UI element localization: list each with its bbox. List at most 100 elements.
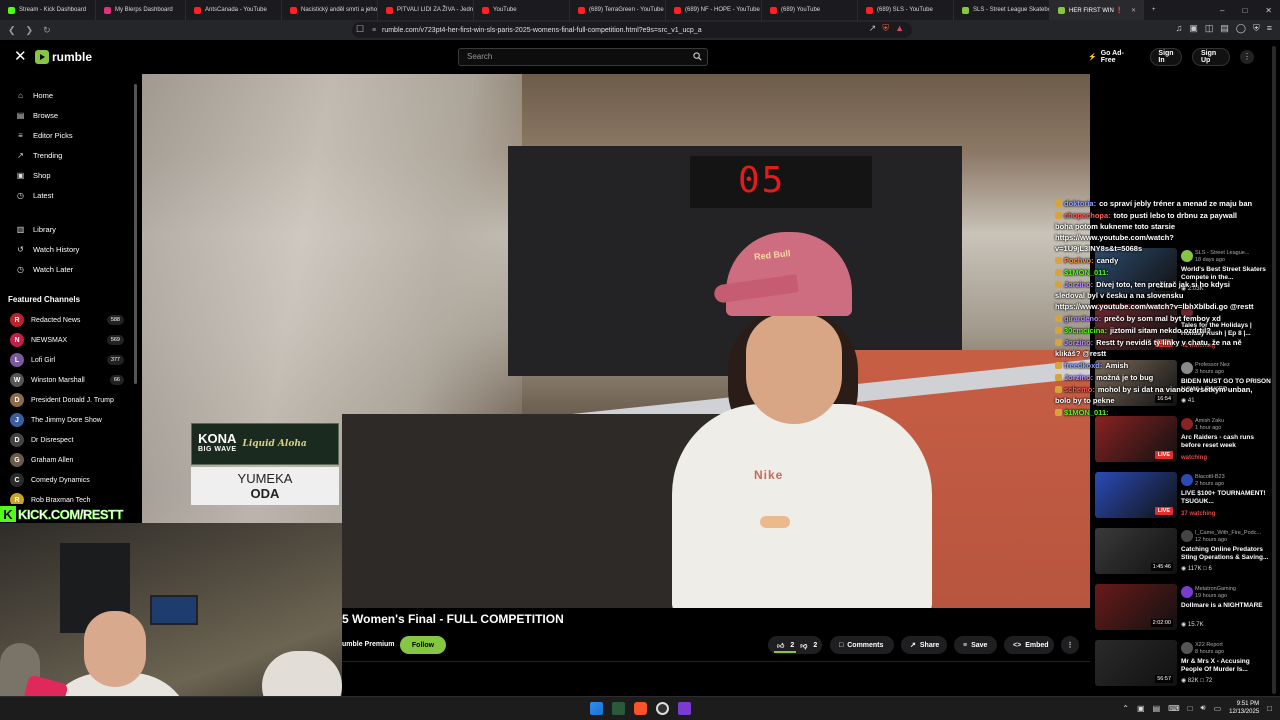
obs-icon[interactable] [656, 702, 669, 715]
sidebar-item-home[interactable]: ⌂ Home [0, 85, 136, 105]
tab-close-icon[interactable]: ✕ [1131, 7, 1136, 14]
featured-channel[interactable]: R Rob Braxman Tech [0, 490, 136, 504]
recommended-video[interactable]: 56:57 X22 Report 8 hours ago Mr & Mrs X - A… [1095, 638, 1270, 692]
featured-channel[interactable]: W Winston Marshall 66 [0, 370, 136, 390]
extensions-icon[interactable]: ▣ [1189, 23, 1198, 34]
battery-icon[interactable]: ▭ [1214, 704, 1222, 713]
featured-channel[interactable]: D President Donald J. Trump [0, 390, 136, 410]
browser-tab[interactable]: YouTube [474, 0, 570, 20]
video-thumbnail[interactable]: 1:45:46 [1095, 528, 1177, 574]
keyboard-icon[interactable]: ⌨ [1168, 704, 1180, 713]
featured-channel[interactable]: R Redacted News 588 [0, 310, 136, 330]
featured-channel[interactable]: J The Jimmy Dore Show [0, 410, 136, 430]
page-scrollbar[interactable] [1272, 46, 1276, 694]
brave-shield-icon[interactable]: ⛨ [882, 23, 889, 34]
bookmark-icon[interactable]: ☐ [356, 24, 364, 35]
terminal-icon[interactable] [612, 702, 625, 715]
sidebar-item-browse[interactable]: ▤ Browse [0, 105, 136, 125]
chat-username[interactable]: Jorzino: [1064, 280, 1093, 289]
sidebar-item-trending[interactable]: ↗ Trending [0, 145, 136, 165]
sidebar-toggle-icon[interactable]: ◫ [1205, 23, 1214, 34]
close-menu-icon[interactable]: ✕ [14, 49, 27, 64]
site-info-icon[interactable]: ≡ [372, 27, 376, 34]
sidebar-item-library[interactable]: ▥ Library [0, 219, 136, 239]
browser-tab[interactable]: (689) YouTube [762, 0, 858, 20]
sidebar-item-shop[interactable]: ▣ Shop [0, 165, 136, 185]
browser-tab[interactable]: HER FIRST WIN ❗ ✕ [1050, 0, 1144, 20]
more-actions-icon[interactable]: ⋮ [1061, 636, 1079, 654]
recommended-video[interactable]: 1:45:46 I_Came_With_Fire_Podc... 12 hours … [1095, 526, 1270, 580]
channel-name[interactable]: MetatronGaming [1195, 586, 1236, 592]
rumble-logo[interactable]: rumble [35, 50, 92, 64]
shield-icon[interactable]: ⛨ [1253, 23, 1260, 34]
featured-channel[interactable]: D Dr Disrespect [0, 430, 136, 450]
more-menu-icon[interactable]: ⋮ [1240, 50, 1254, 64]
url-field[interactable]: ☐ ≡ rumble.com/v723pt4-her-first-win-sls… [352, 22, 912, 38]
sidebar-item-editor-picks[interactable]: ≡ Editor Picks [0, 125, 136, 145]
chat-username[interactable]: chopachopa: [1064, 211, 1111, 220]
browser-tab[interactable]: (689) TerraGreen - YouTube [570, 0, 666, 20]
browser-tab[interactable]: Stream - Kick Dashboard [0, 0, 96, 20]
premium-label[interactable]: umble Premium [342, 641, 395, 648]
tray-app-icon[interactable]: ▣ [1137, 704, 1145, 713]
chat-username[interactable]: schemo: [1064, 385, 1095, 394]
back-icon[interactable]: ❮ [8, 25, 16, 36]
sign-up-button[interactable]: Sign Up [1192, 48, 1230, 66]
browser-tab[interactable]: SLS - Street League Skatebo [954, 0, 1050, 20]
chat-username[interactable]: $1MON_011: [1064, 268, 1109, 277]
brave-icon[interactable] [634, 702, 647, 715]
music-icon[interactable]: ♫ [1176, 23, 1183, 34]
follow-button[interactable]: Follow [400, 636, 446, 654]
video-title[interactable]: Mr & Mrs X - Accusing People Of Murder I… [1181, 658, 1271, 674]
chat-username[interactable]: 30cmcicina: [1064, 326, 1107, 335]
new-tab-icon[interactable]: + [1144, 0, 1164, 20]
sidebar-item-watch-history[interactable]: ↺ Watch History [0, 239, 136, 259]
minimize-icon[interactable]: – [1220, 6, 1224, 15]
search-icon[interactable] [693, 52, 702, 61]
forward-icon[interactable]: ❯ [26, 25, 34, 36]
channel-name[interactable]: I_Came_With_Fire_Podc... [1195, 530, 1261, 536]
chat-username[interactable]: Jorzino: [1064, 338, 1093, 347]
share-page-icon[interactable]: ↗ [869, 23, 877, 34]
go-ad-free-button[interactable]: ⚡ Go Ad-Free [1080, 48, 1142, 66]
browser-tab[interactable]: My Blerps Dashboard [96, 0, 186, 20]
browser-tab[interactable]: AntsCanada - YouTube [186, 0, 282, 20]
vpn-icon[interactable]: ◯ [1236, 23, 1246, 34]
sidebar-item-watch-later[interactable]: ◷ Watch Later [0, 259, 136, 279]
notifications-icon[interactable]: □ [1267, 704, 1272, 713]
featured-channel[interactable]: N NEWSMAX 569 [0, 330, 136, 350]
video-title[interactable]: Dollmare is a NIGHTMARE [1181, 602, 1271, 610]
reload-icon[interactable]: ↻ [43, 25, 51, 36]
comments-button[interactable]: □ Comments [830, 636, 894, 654]
close-window-icon[interactable]: ✕ [1265, 6, 1272, 15]
featured-channel[interactable]: C Comedy Dynamics [0, 470, 136, 490]
maximize-icon[interactable]: □ [1242, 6, 1247, 15]
sign-in-button[interactable]: Sign In [1150, 48, 1182, 66]
browser-tab[interactable]: (689) NF - HOPE - YouTube [666, 0, 762, 20]
chat-username[interactable]: girardeno: [1064, 314, 1101, 323]
wallet-icon[interactable]: ▤ [1220, 23, 1229, 34]
sidebar-item-latest[interactable]: ◷ Latest [0, 185, 136, 205]
chat-username[interactable]: Jorzino: [1064, 373, 1093, 382]
embed-button[interactable]: <> Embed [1004, 636, 1054, 654]
windows-start-icon[interactable] [590, 702, 603, 715]
volume-icon[interactable]: 🔊︎ [1201, 703, 1206, 713]
chat-username[interactable]: $1MON_011: [1064, 408, 1109, 417]
chat-username[interactable]: Pochvo: [1064, 256, 1094, 265]
brave-rewards-icon[interactable]: ▲ [895, 23, 904, 34]
video-title[interactable]: Catching Online Predators Sting Operatio… [1181, 546, 1271, 562]
clock[interactable]: 9:51 PM 12/13/2025 [1229, 700, 1259, 716]
tray-chevron-icon[interactable]: ⌃ [1122, 704, 1129, 713]
share-button[interactable]: ↗ Share [901, 636, 947, 654]
browser-menu-icon[interactable]: ≡ [1267, 23, 1272, 34]
featured-channel[interactable]: L Lofi Girl 377 [0, 350, 136, 370]
video-thumbnail[interactable]: 2:02:00 [1095, 584, 1177, 630]
tray-device-icon[interactable]: ▤ [1153, 704, 1161, 713]
recommended-video[interactable]: 2:02:00 MetatronGaming 19 hours ago Dollmar… [1095, 582, 1270, 636]
browser-tab[interactable]: (689) SLS - YouTube [858, 0, 954, 20]
video-thumbnail[interactable]: 56:57 [1095, 640, 1177, 686]
thumbs-up-icon[interactable]: 👍︎ [777, 641, 784, 650]
chat-username[interactable]: doktoria: [1064, 199, 1096, 208]
search-input[interactable]: Search [458, 48, 708, 66]
browser-tab[interactable]: Nacistický anděl smrti a jeho [282, 0, 378, 20]
